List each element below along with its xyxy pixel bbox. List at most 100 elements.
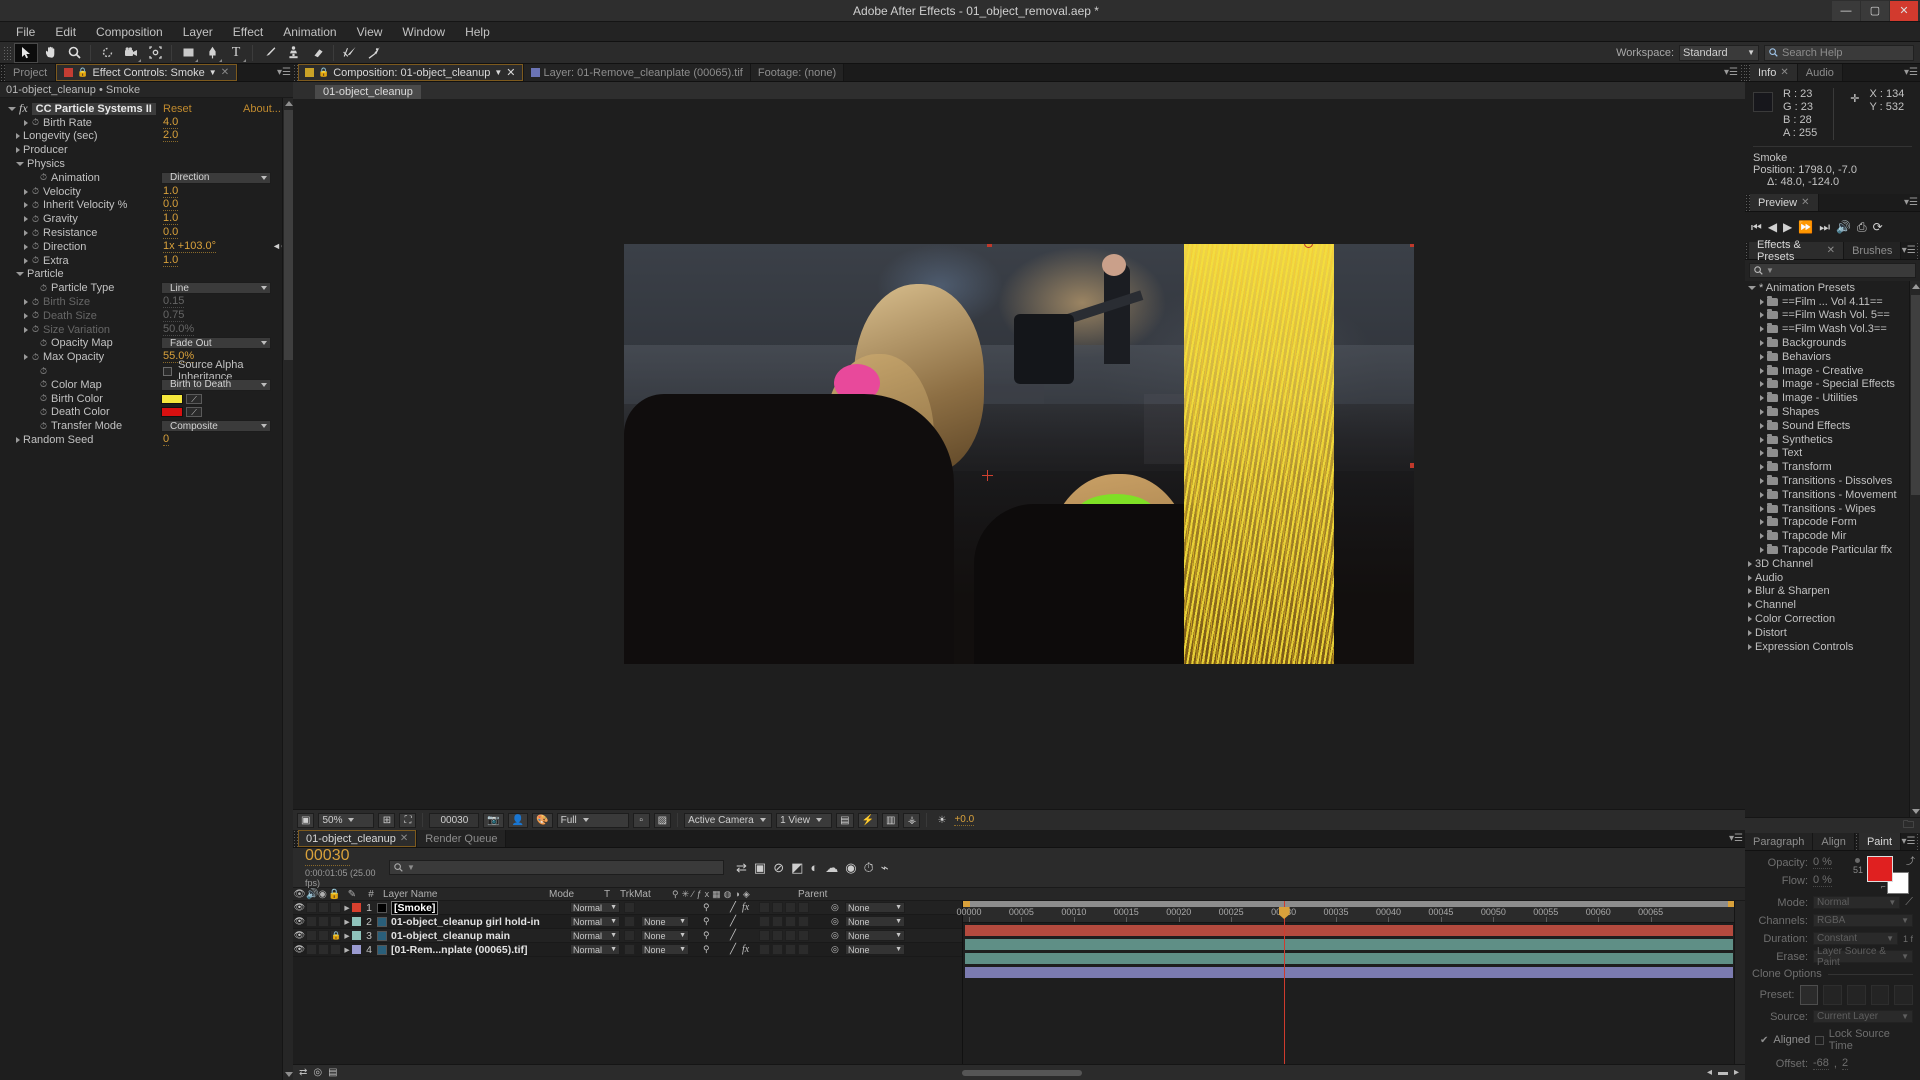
param-twirl-icon[interactable]: [24, 312, 28, 319]
timeline-time-display[interactable]: 00030 0:00:01:05 (25.00 fps): [293, 847, 389, 888]
ep-cat-twirl-icon[interactable]: [1748, 629, 1752, 636]
paint-mode-select[interactable]: Normal ▼: [1813, 896, 1901, 909]
effects-presets-list[interactable]: * Animation Presets ==Film ... Vol 4.11==…: [1745, 281, 1920, 817]
comp-close-icon[interactable]: ✕: [506, 66, 515, 79]
ep-twirl-icon[interactable]: [1760, 505, 1764, 512]
close-button[interactable]: ✕: [1890, 0, 1918, 21]
zoom-level-select[interactable]: 50%: [318, 812, 375, 828]
effect-about-link[interactable]: About...: [243, 103, 281, 115]
effect-param-row[interactable]: ⏱ Death Size 0.75: [0, 309, 293, 323]
toolbar-grip[interactable]: [3, 45, 11, 60]
layer-fx-switch[interactable]: fx: [742, 902, 749, 913]
table-row[interactable]: 👁 ▸ 1 [Smoke] Normal ▼ ⚲ ╱ fx ◎ None ▼: [293, 901, 962, 915]
auto-keyframe-icon[interactable]: ⏱: [864, 860, 874, 876]
list-item[interactable]: Image - Utilities: [1745, 391, 1920, 405]
ep-twirl-icon[interactable]: [1760, 312, 1764, 319]
loop-icon[interactable]: ⟳: [1873, 220, 1883, 234]
frame-blend-icon[interactable]: ◩: [791, 860, 803, 876]
list-item[interactable]: ==Film Wash Vol.3==: [1745, 322, 1920, 336]
timeline-track-area[interactable]: 0000000005000100001500020000250003000035…: [956, 901, 1745, 1064]
param-twirl-icon[interactable]: [24, 216, 28, 223]
hand-tool[interactable]: [38, 43, 62, 63]
layer-visibility-icon[interactable]: 👁: [293, 916, 306, 927]
layer-parent-select[interactable]: None ▼: [845, 916, 905, 927]
render-icon[interactable]: ▤: [328, 1067, 337, 1078]
layer-sw-1[interactable]: [759, 930, 770, 941]
param-value[interactable]: 4.0: [163, 116, 179, 129]
fast-preview-icon[interactable]: ⚡: [857, 812, 878, 828]
clone-source-select[interactable]: Current Layer ▼: [1813, 1010, 1913, 1023]
ep-root-twirl-icon[interactable]: [1748, 285, 1756, 290]
layer-name[interactable]: 01-object_cleanup main: [391, 930, 510, 942]
timeline-search-input[interactable]: ▼: [389, 860, 724, 875]
effect-header-row[interactable]: fx CC Particle Systems II Reset About...: [0, 101, 293, 116]
paint-panel-menu-icon[interactable]: ▾☰: [1901, 833, 1916, 850]
channels-icon[interactable]: 🎨: [532, 812, 553, 828]
stopwatch-icon[interactable]: ⏱: [31, 118, 40, 127]
graph-editor-icon[interactable]: ◉: [845, 860, 856, 876]
layer-duration-bar[interactable]: [965, 967, 1733, 978]
param-value[interactable]: 0.75: [163, 309, 185, 322]
param-twirl-icon[interactable]: [24, 230, 28, 237]
stopwatch-icon[interactable]: ⏱: [31, 214, 40, 224]
stopwatch-icon[interactable]: ⏱: [39, 173, 48, 182]
list-item[interactable]: Text: [1745, 447, 1920, 461]
effect-param-row[interactable]: Random Seed 0: [0, 433, 293, 447]
parent-pickwhip-icon[interactable]: ◎: [831, 902, 839, 913]
layer-twirl-icon[interactable]: ▸: [342, 930, 352, 942]
paint-opacity-value[interactable]: 0 %: [1813, 856, 1832, 869]
layer-sw-3[interactable]: [785, 902, 796, 913]
grid-guides-icon[interactable]: ⊞: [378, 812, 396, 828]
timeline-icon[interactable]: ▥: [881, 812, 900, 828]
eraser-tool[interactable]: [305, 43, 329, 63]
ep-cat-twirl-icon[interactable]: [1748, 643, 1752, 650]
camera-tool[interactable]: [119, 43, 143, 63]
param-select[interactable]: Fade Out: [161, 337, 271, 350]
scroll-up-arrow[interactable]: [285, 101, 293, 106]
layer-sw-1[interactable]: [759, 902, 770, 913]
param-value[interactable]: 0.15: [163, 296, 185, 309]
param-eyedropper-icon[interactable]: ⟋: [186, 407, 202, 418]
selection-handle-tr[interactable]: [1410, 244, 1414, 247]
layer-name[interactable]: 01-object_cleanup girl hold-in: [391, 916, 540, 928]
views-select[interactable]: 1 View: [776, 812, 833, 828]
motion-blur-icon[interactable]: ◐: [810, 860, 818, 875]
effect-param-row[interactable]: ⏱ Birth Rate 4.0: [0, 116, 293, 130]
preview-close-icon[interactable]: ✕: [1801, 197, 1809, 208]
panel-menu-icon[interactable]: ▾☰: [275, 64, 293, 81]
stopwatch-icon[interactable]: ⏱: [39, 421, 48, 431]
param-twirl-icon[interactable]: [16, 147, 20, 154]
comp-flowchart-icon[interactable]: ⚶: [903, 812, 921, 828]
layer-t-cell[interactable]: [624, 902, 635, 913]
layer-parent-select[interactable]: None ▼: [845, 944, 905, 955]
param-value[interactable]: 0.0: [163, 199, 179, 212]
layer-lock-cell[interactable]: [330, 902, 341, 913]
layer-visibility-icon[interactable]: 👁: [293, 902, 306, 913]
menu-animation[interactable]: Animation: [273, 22, 346, 42]
ep-cat-twirl-icon[interactable]: [1748, 616, 1752, 623]
list-item[interactable]: Transitions - Dissolves: [1745, 474, 1920, 488]
anchor-point[interactable]: [982, 470, 993, 481]
param-value[interactable]: 1x +103.0°: [163, 240, 217, 253]
tab-project[interactable]: Project: [5, 64, 57, 81]
timeline-zoom-scrollbar[interactable]: [962, 1069, 1083, 1076]
tab-paint[interactable]: Paint: [1858, 833, 1902, 850]
effect-param-row[interactable]: ⏱ Animation Direction: [0, 171, 293, 185]
effect-param-row[interactable]: ⏱ Size Variation 50.0%: [0, 323, 293, 337]
menu-composition[interactable]: Composition: [86, 22, 173, 42]
foreground-color-swatch[interactable]: [1867, 856, 1893, 882]
tab-align[interactable]: Align: [1813, 833, 1855, 850]
param-eyedropper-icon[interactable]: ⟋: [186, 393, 202, 404]
param-select[interactable]: Direction: [161, 171, 271, 184]
show-snapshot-icon[interactable]: 👤: [507, 812, 529, 828]
stopwatch-icon[interactable]: ⏱: [39, 338, 48, 348]
next-frame-icon[interactable]: ⏩: [1798, 220, 1813, 234]
layer-t-cell[interactable]: [624, 944, 635, 955]
draft-3d-icon[interactable]: ▣: [754, 860, 766, 876]
layer-label-color[interactable]: [352, 931, 361, 940]
effect-param-row[interactable]: ⏱ Opacity Map Fade Out: [0, 337, 293, 351]
effect-param-row[interactable]: ⏱Direction1x +103.0°◄⊕►: [0, 240, 293, 254]
effect-param-row[interactable]: Particle: [0, 268, 293, 282]
param-twirl-icon[interactable]: [24, 119, 28, 126]
paint-duration-select[interactable]: Constant ▼: [1813, 932, 1898, 945]
